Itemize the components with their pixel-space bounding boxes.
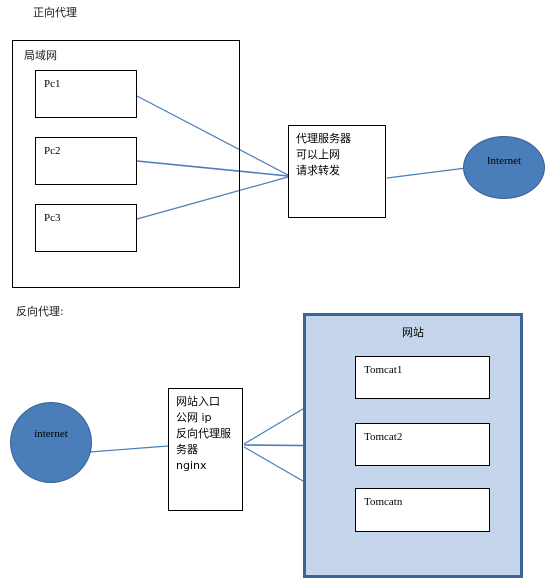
- tomcatn-label: Tomcatn: [364, 496, 403, 508]
- tomcat2-label: Tomcat2: [364, 431, 403, 443]
- lan-label: 局域网: [24, 49, 57, 62]
- diagram-canvas: 正向代理 局域网 Pc1 Pc2 Pc3 代理服务器 可以上网 请求转发 Int…: [0, 0, 552, 585]
- connector-proxy-internet: [386, 167, 467, 179]
- pc2-label: Pc2: [44, 145, 61, 157]
- internet-ellipse-reverse: internet: [10, 402, 92, 483]
- proxy-server-box: 代理服务器 可以上网 请求转发: [288, 125, 386, 218]
- pc2-box: Pc2: [35, 137, 137, 185]
- site-entry-label: 网站入口 公网 ip 反向代理服 务器 nginx: [176, 395, 231, 472]
- internet-ellipse-forward: Internet: [463, 136, 545, 199]
- pc3-box: Pc3: [35, 204, 137, 252]
- pc3-label: Pc3: [44, 212, 61, 224]
- site-entry-box: 网站入口 公网 ip 反向代理服 务器 nginx: [168, 388, 243, 511]
- pc1-box: Pc1: [35, 70, 137, 118]
- internet-label-reverse: internet: [34, 427, 68, 440]
- reverse-proxy-title: 反向代理:: [16, 305, 64, 318]
- connector-internet-entry: [89, 445, 169, 453]
- tomcat1-box: Tomcat1: [355, 356, 490, 399]
- tomcat2-box: Tomcat2: [355, 423, 490, 466]
- pc1-label: Pc1: [44, 78, 61, 90]
- internet-label-forward: Internet: [486, 154, 522, 167]
- website-panel-title: 网站: [402, 326, 424, 339]
- proxy-server-label: 代理服务器 可以上网 请求转发: [296, 132, 351, 177]
- tomcat1-label: Tomcat1: [364, 364, 403, 376]
- tomcatn-box: Tomcatn: [355, 488, 490, 532]
- forward-proxy-title: 正向代理: [33, 6, 77, 19]
